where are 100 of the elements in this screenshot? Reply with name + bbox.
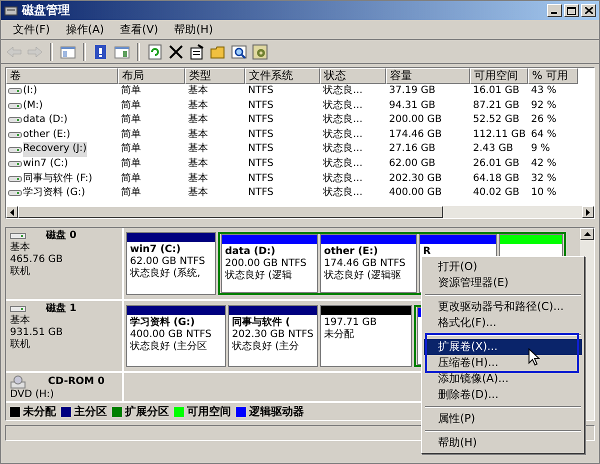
- delete-icon[interactable]: [168, 44, 184, 60]
- menu-item[interactable]: 帮助(H): [424, 435, 582, 451]
- drive-icon: [8, 87, 22, 96]
- partition-block[interactable]: other (E:) 174.46 GB NTFS 状态良好 (逻辑驱: [320, 234, 417, 292]
- column-header[interactable]: 布局: [118, 68, 185, 84]
- column-header[interactable]: 文件系统: [245, 68, 320, 84]
- scroll-up-button[interactable]: [580, 228, 594, 240]
- menu-item[interactable]: 资源管理器(E): [424, 275, 582, 291]
- window-title: 磁盘管理: [22, 2, 70, 19]
- disk-name: 磁盘 1: [46, 302, 76, 314]
- column-header[interactable]: 状态: [320, 68, 386, 84]
- menu-item[interactable]: 操作(A): [58, 22, 112, 37]
- table-cell-text: 10 %: [530, 186, 558, 200]
- table-cell-text: 52.52 GB: [472, 113, 520, 128]
- menu-item[interactable]: 删除卷(D)...: [424, 387, 582, 403]
- menu-item[interactable]: 属性(P): [424, 411, 582, 427]
- table-cell-text: 基本: [187, 156, 209, 171]
- table-cell-text: 400.00 GB: [388, 186, 443, 200]
- table-cell-text: 43 %: [530, 84, 558, 98]
- scroll-left-button[interactable]: [6, 206, 18, 218]
- cd-drive-icon: [10, 375, 26, 389]
- volume-name[interactable]: 同事与软件 (F:): [23, 172, 92, 186]
- partition-block[interactable]: data (D:) 200.00 GB NTFS 状态良好 (逻辑: [221, 234, 318, 292]
- column-header[interactable]: % 可用: [528, 68, 578, 84]
- table-cell-text: 202.30 GB: [388, 172, 443, 186]
- menu-item[interactable]: 帮助(H): [166, 22, 221, 37]
- close-button[interactable]: [581, 4, 596, 17]
- partition-label: win7 (C:): [130, 244, 182, 256]
- panel-icon[interactable]: [60, 44, 76, 60]
- menu-item[interactable]: 格式化(F)...: [424, 315, 582, 331]
- menu-item[interactable]: 添加镜像(A)...: [424, 371, 582, 387]
- volume-name[interactable]: other (E:): [23, 128, 70, 142]
- partition-label: R: [423, 246, 432, 258]
- table-cell-text: 状态良...: [322, 113, 364, 128]
- partition-block[interactable]: 学习资料 (G:) 400.00 GB NTFS 状态良好 (主分区: [126, 304, 226, 367]
- refresh-icon[interactable]: [147, 44, 163, 60]
- disk-state: 联机: [10, 338, 31, 350]
- right-arrow-icon: [586, 208, 590, 216]
- table-cell-text: 状态良...: [322, 128, 364, 142]
- table-cell-text: 状态良...: [322, 142, 364, 156]
- volume-name[interactable]: 学习资料 (G:): [23, 186, 86, 201]
- menu-item[interactable]: 扩展卷(X)...: [424, 339, 582, 355]
- disk-drive-icon: [10, 304, 26, 312]
- volume-name[interactable]: win7 (C:): [23, 156, 68, 172]
- column-header[interactable]: 可用空间: [470, 68, 528, 84]
- scroll-right-button[interactable]: [582, 206, 594, 218]
- partition-size: 174.46 GB NTFS: [324, 258, 406, 270]
- table-cell-text: 基本: [187, 113, 209, 128]
- legend-label: 扩展分区: [125, 404, 169, 419]
- drive-icon: [8, 131, 22, 140]
- table-cell-text: 64 %: [530, 128, 558, 142]
- mouse-pointer-icon: [528, 348, 540, 366]
- menu-item[interactable]: 打开(O): [424, 259, 582, 275]
- table-cell-text: 42 %: [530, 156, 558, 171]
- help-icon[interactable]: [93, 44, 109, 60]
- column-header[interactable]: 卷: [6, 68, 118, 84]
- close-icon: [584, 7, 592, 14]
- folder-icon[interactable]: [210, 44, 226, 60]
- partition-label: data (D:): [225, 246, 276, 258]
- partition-status: 状态良好 (逻辑驱: [324, 270, 402, 282]
- properties-icon[interactable]: [189, 44, 205, 60]
- partition-size: 197.71 GB: [324, 316, 378, 328]
- table-cell-text: NTFS: [247, 84, 275, 98]
- column-header[interactable]: 类型: [185, 68, 245, 84]
- partition-size: 200.00 GB NTFS: [225, 258, 308, 270]
- menu-item[interactable]: 查看(V): [112, 22, 166, 37]
- scrollbar-thumb[interactable]: [18, 206, 443, 218]
- maximize-button[interactable]: [564, 4, 579, 17]
- menu-item[interactable]: 更改驱动器号和路径(C)...: [424, 299, 582, 315]
- partition-block[interactable]: 197.71 GB 未分配: [320, 304, 412, 367]
- disk-type: DVD (H:): [10, 389, 55, 401]
- panel-icon[interactable]: [114, 44, 130, 60]
- disk-state: 联机: [10, 266, 31, 278]
- settings-icon[interactable]: [252, 44, 268, 60]
- disk-type: 基本: [10, 242, 31, 254]
- legend-label: 可用空间: [187, 404, 231, 419]
- volume-name[interactable]: data (D:): [23, 113, 68, 128]
- minimize-button[interactable]: [547, 4, 562, 17]
- partition-block[interactable]: win7 (C:) 62.00 GB NTFS 状态良好 (系统,: [126, 232, 216, 294]
- table-cell-text: 200.00 GB: [388, 113, 443, 128]
- table-cell-text: 简单: [120, 186, 142, 200]
- partition-status: 状态良好 (系统,: [130, 268, 202, 280]
- table-cell-text: 37.19 GB: [388, 84, 436, 98]
- column-header[interactable]: 容量: [386, 68, 470, 84]
- volume-name[interactable]: (M:): [23, 98, 43, 114]
- table-cell-text: NTFS: [247, 113, 275, 128]
- table-cell-text: 2.43 GB: [472, 142, 514, 156]
- menu-item[interactable]: 文件(F): [5, 22, 58, 37]
- table-cell-text: 简单: [120, 128, 142, 142]
- volume-name[interactable]: (I:): [23, 84, 38, 99]
- table-cell-text: 27.16 GB: [388, 142, 436, 156]
- table-cell-text: NTFS: [247, 142, 275, 156]
- left-arrow-icon: [10, 208, 14, 216]
- table-cell-text: 112.11 GB: [472, 128, 527, 142]
- table-cell-text: 状态良...: [322, 172, 364, 186]
- volume-name[interactable]: Recovery (J:): [23, 142, 87, 157]
- partition-block[interactable]: 同事与软件 ( 202.30 GB NTFS 状态良好 (主分: [228, 304, 318, 367]
- table-cell-text: 状态良...: [322, 98, 364, 113]
- table-cell-text: 9 %: [530, 142, 552, 156]
- search-icon[interactable]: [231, 44, 247, 60]
